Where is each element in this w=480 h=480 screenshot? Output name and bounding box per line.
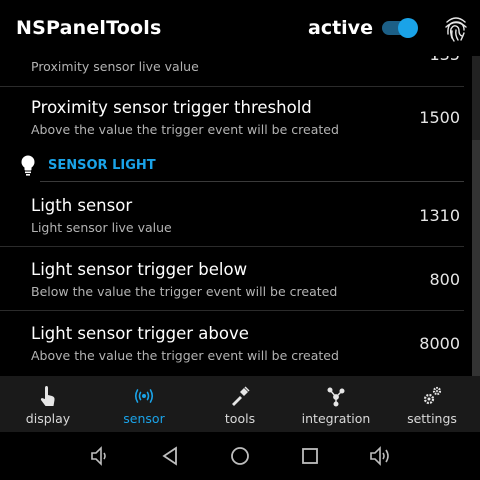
row-title: Ligth sensor bbox=[31, 196, 133, 215]
volume-down-icon[interactable] bbox=[88, 444, 112, 468]
nav-label: sensor bbox=[123, 411, 165, 426]
nav-item-integration[interactable]: integration bbox=[288, 376, 384, 432]
settings-icon bbox=[423, 386, 442, 405]
row-value: 1500 bbox=[419, 108, 460, 127]
system-navigation-bar bbox=[0, 432, 480, 480]
scrollbar-thumb[interactable] bbox=[472, 140, 480, 376]
row-title: Proximity sensor trigger threshold bbox=[31, 98, 312, 117]
list-row-light-trigger-above[interactable]: Light sensor trigger above Above the val… bbox=[0, 311, 464, 374]
section-label: SENSOR LIGHT bbox=[48, 158, 156, 173]
toggle-thumb bbox=[398, 18, 418, 38]
list-row-light-sensor[interactable]: Ligth sensor Light sensor live value 131… bbox=[0, 182, 464, 246]
home-icon[interactable] bbox=[228, 444, 252, 468]
lightbulb-icon bbox=[21, 155, 35, 176]
fingerprint-icon[interactable] bbox=[443, 14, 469, 42]
volume-up-icon[interactable] bbox=[368, 444, 392, 468]
row-subtitle: Above the value the trigger event will b… bbox=[31, 122, 339, 137]
section-header-sensor-light: SENSOR LIGHT bbox=[0, 152, 464, 182]
touch-icon bbox=[40, 386, 55, 406]
row-subtitle: Light sensor live value bbox=[31, 220, 172, 235]
row-value: 1310 bbox=[419, 206, 460, 225]
row-value: 8000 bbox=[419, 334, 460, 353]
nav-item-sensor[interactable]: sensor bbox=[96, 376, 192, 432]
active-status-label: active bbox=[308, 17, 373, 39]
row-subtitle: Below the value the trigger event will b… bbox=[31, 284, 338, 299]
tools-icon bbox=[232, 386, 250, 406]
active-toggle[interactable] bbox=[380, 18, 418, 38]
settings-list[interactable]: Proximity sensor live value 135 Proximit… bbox=[0, 56, 480, 376]
nav-item-tools[interactable]: tools bbox=[192, 376, 288, 432]
app-title: NSPanelTools bbox=[16, 17, 162, 39]
row-title: Light sensor trigger above bbox=[31, 324, 249, 343]
bottom-navigation: display sensor tools integration setting… bbox=[0, 376, 480, 432]
nav-label: display bbox=[25, 411, 71, 426]
row-title: Light sensor trigger below bbox=[31, 260, 248, 279]
back-icon[interactable] bbox=[158, 444, 182, 468]
nav-label: tools bbox=[224, 411, 256, 426]
nav-item-settings[interactable]: settings bbox=[384, 376, 480, 432]
nav-label: integration bbox=[301, 411, 371, 426]
list-row-proximity-live[interactable]: Proximity sensor live value 135 bbox=[0, 56, 464, 80]
row-value: 135 bbox=[429, 56, 460, 64]
list-row-light-trigger-below[interactable]: Light sensor trigger below Below the val… bbox=[0, 247, 464, 310]
app-bar: NSPanelTools active bbox=[0, 0, 480, 56]
nav-item-display[interactable]: display bbox=[0, 376, 96, 432]
recents-icon[interactable] bbox=[298, 444, 322, 468]
sensor-icon bbox=[134, 389, 154, 403]
nav-label: settings bbox=[407, 411, 457, 426]
list-row-proximity-threshold[interactable]: Proximity sensor trigger threshold Above… bbox=[0, 87, 464, 151]
scrollbar[interactable] bbox=[472, 56, 480, 376]
row-subtitle: Above the value the trigger event will b… bbox=[31, 348, 339, 363]
integration-icon bbox=[327, 387, 345, 407]
row-subtitle: Proximity sensor live value bbox=[31, 59, 199, 74]
row-value: 800 bbox=[429, 270, 460, 289]
